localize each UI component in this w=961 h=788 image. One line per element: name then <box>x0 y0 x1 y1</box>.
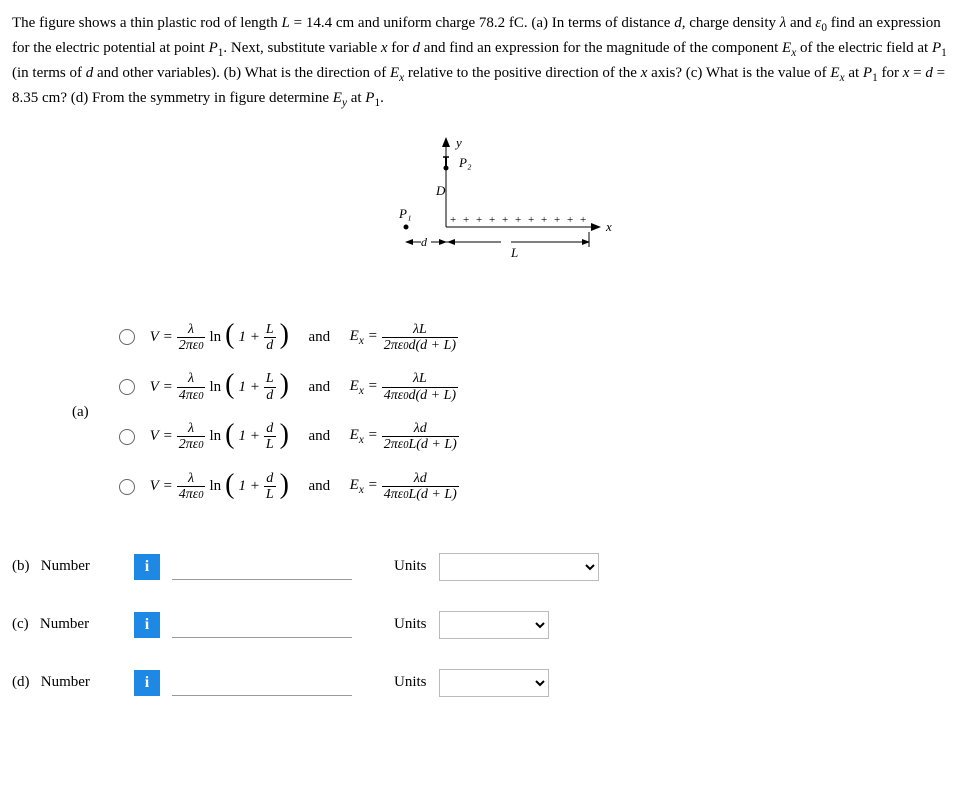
d-vertical-label: D <box>435 183 446 198</box>
options-list: V = λ 2πε0 ln ( 1 + L d ) and Ex = λL 2π… <box>119 322 459 503</box>
number-input-b[interactable] <box>172 554 352 580</box>
units-select-c[interactable] <box>439 611 549 639</box>
diagram-figure: y P₂ D x + + + + + + + + + + + P₁ d L <box>12 132 949 282</box>
l-label: L <box>510 245 518 260</box>
svg-text:+: + <box>502 214 508 226</box>
equation-option: V = λ 4πε0 ln ( 1 + d L ) and Ex = λd 4π… <box>150 471 459 503</box>
number-input-d[interactable] <box>172 670 352 696</box>
equation-option: V = λ 2πε0 ln ( 1 + d L ) and Ex = λd 2π… <box>150 421 459 453</box>
info-icon[interactable]: i <box>134 670 160 696</box>
equation-option: V = λ 2πε0 ln ( 1 + L d ) and Ex = λL 2π… <box>150 322 458 354</box>
y-axis-label: y <box>454 135 462 150</box>
p2-label: P₂ <box>458 155 472 170</box>
units-label-d: Units <box>394 674 427 691</box>
svg-text:+: + <box>567 214 573 226</box>
equation-option: V = λ 4πε0 ln ( 1 + L d ) and Ex = λL 4π… <box>150 371 458 403</box>
p1-label: P₁ <box>398 206 411 221</box>
part-b-label: (b) Number <box>12 558 122 575</box>
answer-row-b: (b) Number i Units <box>12 553 949 581</box>
radio-button[interactable] <box>119 479 135 495</box>
option-row: V = λ 4πε0 ln ( 1 + L d ) and Ex = λL 4π… <box>119 371 459 403</box>
option-row: V = λ 4πε0 ln ( 1 + d L ) and Ex = λd 4π… <box>119 471 459 503</box>
part-c-label: (c) Number <box>12 616 122 633</box>
x-axis-label: x <box>605 219 612 234</box>
answer-row-c: (c) Number i Units <box>12 611 949 639</box>
info-icon[interactable]: i <box>134 612 160 638</box>
units-label-b: Units <box>394 558 427 575</box>
svg-text:+: + <box>541 214 547 226</box>
svg-text:+: + <box>489 214 495 226</box>
problem-text-content: The figure shows a thin plastic rod of l… <box>12 15 947 106</box>
info-icon[interactable]: i <box>134 554 160 580</box>
units-label-c: Units <box>394 616 427 633</box>
svg-text:+: + <box>580 214 586 226</box>
svg-text:+: + <box>554 214 560 226</box>
svg-text:+: + <box>463 214 469 226</box>
option-row: V = λ 2πε0 ln ( 1 + L d ) and Ex = λL 2π… <box>119 322 459 354</box>
part-a-label: (a) <box>72 404 89 421</box>
part-d-label: (d) Number <box>12 674 122 691</box>
d-horizontal-label: d <box>421 235 428 249</box>
option-row: V = λ 2πε0 ln ( 1 + d L ) and Ex = λd 2π… <box>119 421 459 453</box>
problem-statement: The figure shows a thin plastic rod of l… <box>12 12 949 112</box>
answer-row-d: (d) Number i Units <box>12 669 949 697</box>
units-select-b[interactable] <box>439 553 599 581</box>
svg-text:+: + <box>450 214 456 226</box>
part-a-container: (a) V = λ 2πε0 ln ( 1 + L d ) and Ex = λ… <box>72 322 949 503</box>
radio-button[interactable] <box>119 429 135 445</box>
svg-text:+: + <box>528 214 534 226</box>
radio-button[interactable] <box>119 329 135 345</box>
units-select-d[interactable] <box>439 669 549 697</box>
radio-button[interactable] <box>119 379 135 395</box>
svg-text:+: + <box>476 214 482 226</box>
svg-text:+: + <box>515 214 521 226</box>
number-input-c[interactable] <box>172 612 352 638</box>
